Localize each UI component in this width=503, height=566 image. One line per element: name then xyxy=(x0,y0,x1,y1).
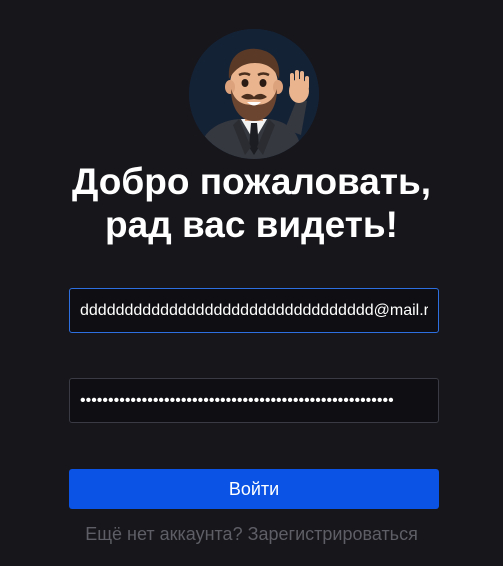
email-field[interactable] xyxy=(69,288,439,333)
login-button[interactable]: Войти xyxy=(69,469,439,509)
register-link[interactable]: Зарегистрироваться xyxy=(248,524,418,544)
page-title: Добро пожаловать, рад вас видеть! xyxy=(0,160,503,246)
waving-man-avatar-icon xyxy=(189,29,319,159)
login-page: Добро пожаловать, рад вас видеть! Войти … xyxy=(0,0,503,566)
title-line-1: Добро пожаловать, xyxy=(71,161,432,202)
avatar xyxy=(189,29,319,159)
title-line-2: рад вас видеть! xyxy=(105,204,398,245)
register-question: Ещё нет аккаунта? xyxy=(85,524,243,544)
password-field[interactable] xyxy=(69,378,439,423)
register-prompt: Ещё нет аккаунта? Зарегистрироваться xyxy=(0,524,503,545)
